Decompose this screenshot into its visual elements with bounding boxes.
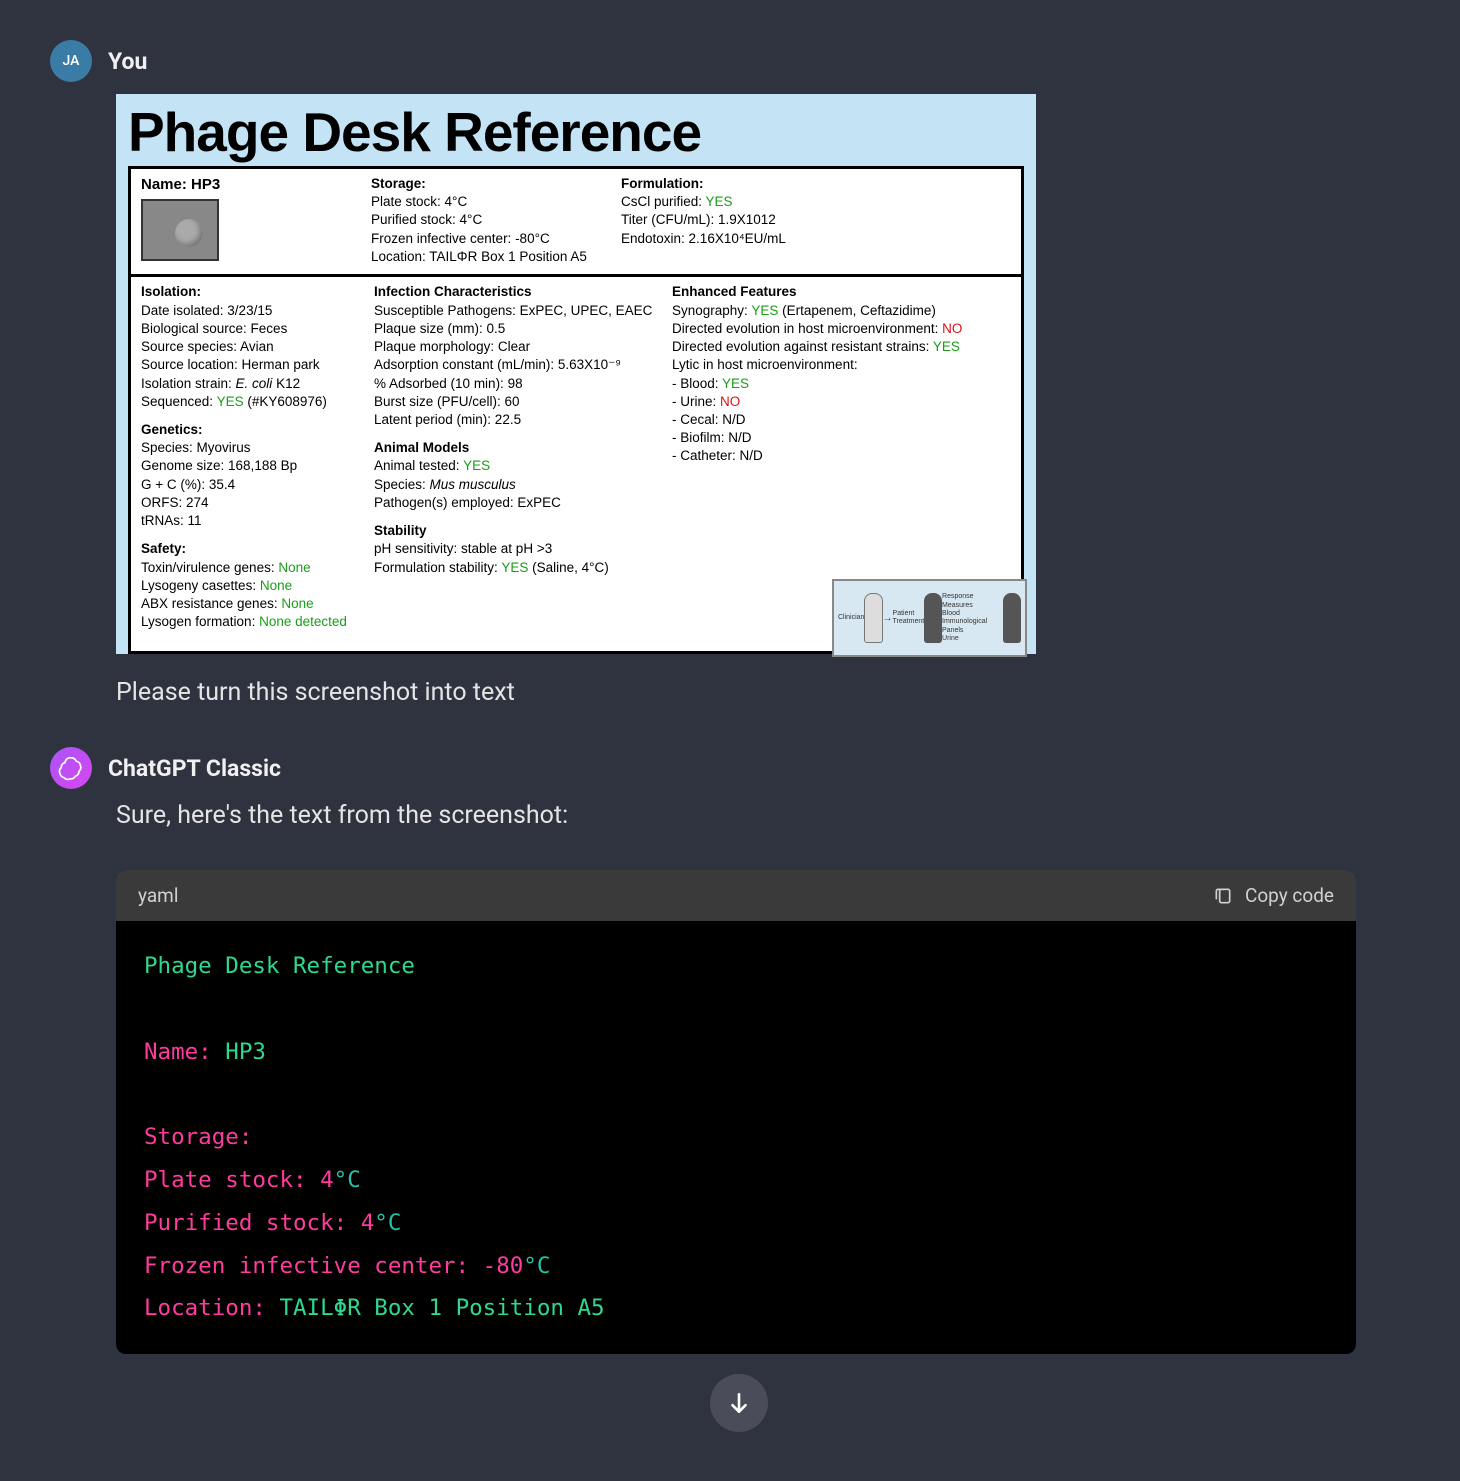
bot-avatar [50, 747, 92, 789]
user-name: You [108, 48, 147, 75]
bot-message: ChatGPT Classic Sure, here's the text fr… [50, 747, 1410, 1354]
animal-tested: Animal tested: YES [374, 457, 664, 475]
phage-micrograph [141, 199, 219, 261]
enhanced-blood: - Blood: YES [672, 375, 1011, 393]
user-prompt-text: Please turn this screenshot into text [116, 678, 1410, 707]
enhanced-synography: Synography: YES (Ertapenem, Ceftazidime) [672, 302, 1011, 320]
stability-ph: pH sensitivity: stable at pH >3 [374, 540, 664, 558]
isolation-location: Source location: Herman park [141, 356, 366, 374]
safety-abx: ABX resistance genes: None [141, 595, 366, 613]
infection-adsorption: Adsorption constant (mL/min): 5.63X10⁻⁹ [374, 356, 664, 374]
animal-title: Animal Models [374, 439, 664, 457]
infection-plaque-morph: Plaque morphology: Clear [374, 338, 664, 356]
copy-code-button[interactable]: Copy code [1213, 884, 1334, 907]
enhanced-biofilm: - Biofilm: N/D [672, 429, 1011, 447]
bot-name: ChatGPT Classic [108, 755, 281, 782]
copy-code-label: Copy code [1245, 884, 1334, 907]
genetics-orfs: ORFS: 274 [141, 494, 366, 512]
animal-species: Species: Mus musculus [374, 476, 664, 494]
enhanced-cecal: - Cecal: N/D [672, 411, 1011, 429]
storage-title: Storage: [371, 175, 621, 193]
clipboard-icon [1213, 886, 1233, 906]
safety-lysogen-formation: Lysogen formation: None detected [141, 613, 366, 631]
genetics-gc: G + C (%): 35.4 [141, 476, 366, 494]
isolation-date: Date isolated: 3/23/15 [141, 302, 366, 320]
storage-purified: Purified stock: 4°C [371, 211, 621, 229]
user-attached-image: Phage Desk Reference Name: HP3 Storage: … [116, 94, 1036, 654]
safety-title: Safety: [141, 540, 366, 558]
user-avatar: JA [50, 40, 92, 82]
enhanced-catheter: - Catheter: N/D [672, 447, 1011, 465]
formulation-titer: Titer (CFU/mL): 1.9X1012 [621, 211, 1011, 229]
code-language-label: yaml [138, 884, 178, 907]
infection-title: Infection Characteristics [374, 283, 664, 301]
formulation-endotoxin: Endotoxin: 2.16X10⁴EU/mL [621, 230, 1011, 248]
avatar-initials: JA [63, 53, 80, 69]
formulation-cscl: CsCl purified: YES [621, 193, 1011, 211]
infection-plaque-size: Plaque size (mm): 0.5 [374, 320, 664, 338]
bot-intro-text: Sure, here's the text from the screensho… [116, 801, 1410, 830]
arrow-down-icon [726, 1390, 752, 1416]
storage-plate: Plate stock: 4°C [371, 193, 621, 211]
enhanced-de-resistant: Directed evolution against resistant str… [672, 338, 1011, 356]
isolation-species: Source species: Avian [141, 338, 366, 356]
infection-latent: Latent period (min): 22.5 [374, 411, 664, 429]
user-message: JA You Phage Desk Reference Name: HP3 St… [50, 40, 1410, 707]
isolation-sequenced: Sequenced: YES (#KY608976) [141, 393, 366, 411]
infection-adsorbed: % Adsorbed (10 min): 98 [374, 375, 664, 393]
enhanced-title: Enhanced Features [672, 283, 1011, 301]
formulation-title: Formulation: [621, 175, 1011, 193]
animal-pathogens: Pathogen(s) employed: ExPEC [374, 494, 664, 512]
phage-title: Phage Desk Reference [128, 100, 1024, 164]
scroll-to-bottom-button[interactable] [710, 1374, 768, 1432]
inset-diagram: Clinician → PatientTreatment Response Me… [832, 579, 1027, 657]
enhanced-urine: - Urine: NO [672, 393, 1011, 411]
genetics-trnas: tRNAs: 11 [141, 512, 366, 530]
infection-burst: Burst size (PFU/cell): 60 [374, 393, 664, 411]
isolation-title: Isolation: [141, 283, 366, 301]
isolation-strain: Isolation strain: E. coli K12 [141, 375, 366, 393]
enhanced-lytic-title: Lytic in host microenvironment: [672, 356, 1011, 374]
safety-toxin: Toxin/virulence genes: None [141, 559, 366, 577]
code-content: Phage Desk Reference Name: HP3 Storage: … [116, 921, 1356, 1354]
storage-frozen: Frozen infective center: -80°C [371, 230, 621, 248]
enhanced-de-host: Directed evolution in host microenvironm… [672, 320, 1011, 338]
safety-lysogeny: Lysogeny casettes: None [141, 577, 366, 595]
genetics-genome: Genome size: 168,188 Bp [141, 457, 366, 475]
isolation-bio: Biological source: Feces [141, 320, 366, 338]
stability-formulation: Formulation stability: YES (Saline, 4°C) [374, 559, 664, 577]
genetics-title: Genetics: [141, 421, 366, 439]
storage-location: Location: TAILΦR Box 1 Position A5 [371, 248, 621, 266]
genetics-species: Species: Myovirus [141, 439, 366, 457]
code-block: yaml Copy code Phage Desk Reference Name… [116, 870, 1356, 1354]
stability-title: Stability [374, 522, 664, 540]
phage-name: Name: HP3 [141, 175, 371, 195]
infection-pathogens: Susceptible Pathogens: ExPEC, UPEC, EAEC [374, 302, 664, 320]
openai-logo-icon [58, 755, 84, 781]
